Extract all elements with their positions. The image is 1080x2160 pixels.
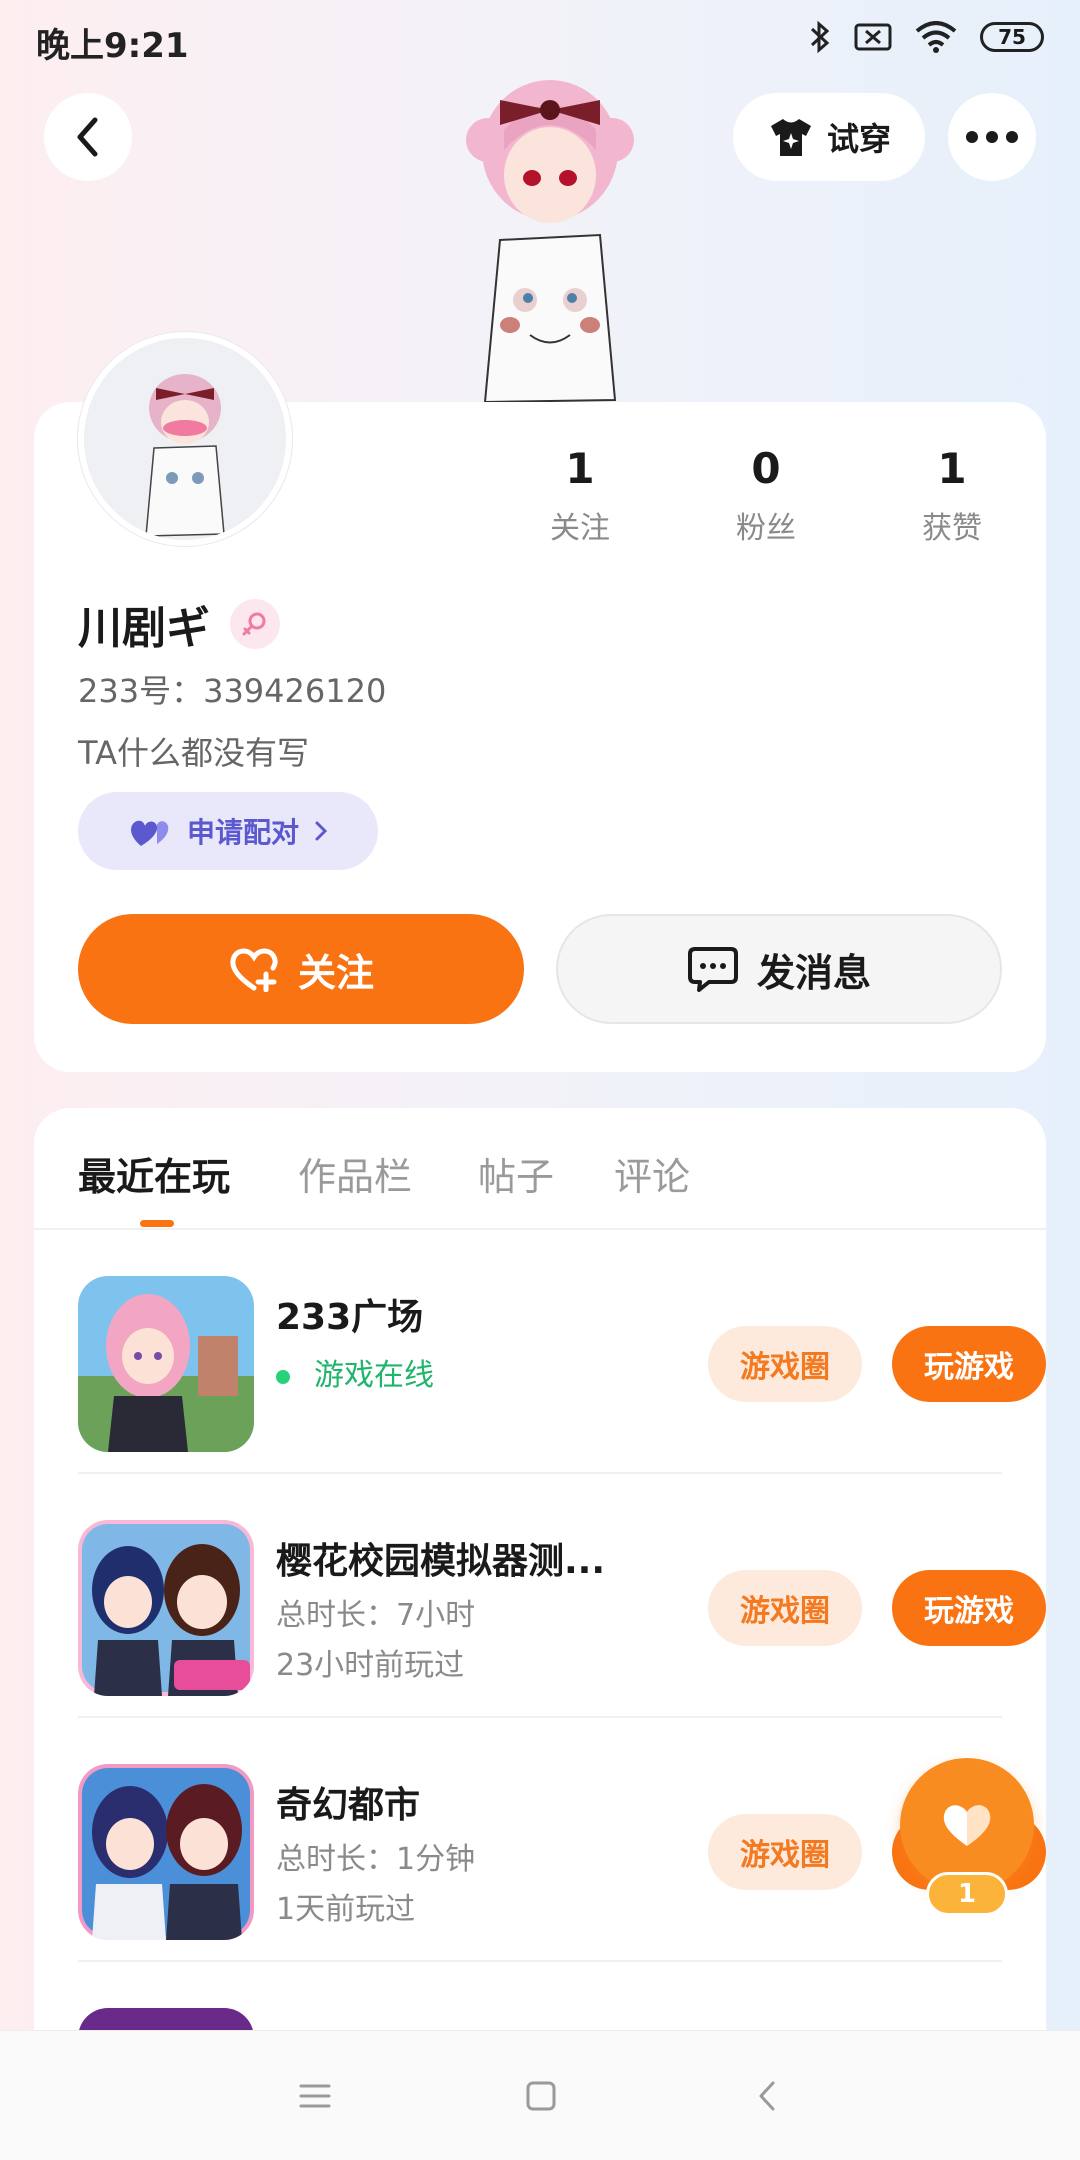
game-circle-button[interactable]: 游戏圈 xyxy=(708,1814,862,1890)
menu-icon xyxy=(299,2084,331,2108)
back-arrow-icon xyxy=(759,2081,775,2111)
more-dots-icon xyxy=(966,131,1018,143)
game-last-played: 1天前玩过 xyxy=(276,1892,416,1927)
chevron-left-icon xyxy=(77,117,98,157)
tab-comments[interactable]: 评论 xyxy=(614,1146,690,1201)
chevron-right-icon xyxy=(315,821,328,841)
send-message-button[interactable]: 发消息 xyxy=(556,914,1002,1024)
tab-posts[interactable]: 帖子 xyxy=(478,1146,554,1201)
play-game-button[interactable]: 玩游戏 xyxy=(892,1326,1046,1402)
game-row[interactable]: 233广场 游戏在线 游戏圈 玩游戏 xyxy=(78,1230,1046,1474)
likes-label: 获赞 xyxy=(922,511,982,546)
online-dot xyxy=(276,1369,290,1384)
game-circle-button[interactable]: 游戏圈 xyxy=(708,1570,862,1646)
back-nav-button[interactable] xyxy=(734,2063,800,2129)
username-row: 川剧ギ xyxy=(78,592,280,656)
game-name: 奇幻都市 xyxy=(276,1785,421,1826)
female-icon xyxy=(230,599,280,649)
home-nav-button[interactable] xyxy=(508,2063,574,2129)
stat-fans[interactable]: 0 粉丝 xyxy=(686,444,846,547)
follow-label: 关注 xyxy=(297,950,374,995)
online-status-text: 游戏在线 xyxy=(314,1358,434,1393)
try-on-label: 试穿 xyxy=(826,120,891,158)
game-row[interactable]: 樱花校园模拟器测... 总时长：7小时 23小时前玩过 游戏圈 玩游戏 xyxy=(78,1474,1046,1718)
status-icons: 75 xyxy=(808,20,1044,54)
game-row[interactable]: 奇幻都市 总时长：1分钟 1天前玩过 游戏圈 玩 xyxy=(78,1718,1046,1962)
like-count-badge: 1 xyxy=(926,1872,1008,1916)
fans-count: 0 xyxy=(751,444,781,493)
status-time: 晚上9:21 xyxy=(36,26,189,66)
game-circle-button[interactable]: 游戏圈 xyxy=(708,1326,862,1402)
bluetooth-icon xyxy=(810,20,830,54)
status-bar: 晚上9:21 75 xyxy=(0,0,1080,80)
stat-likes[interactable]: 1 获赞 xyxy=(872,444,1032,547)
tab-works[interactable]: 作品栏 xyxy=(298,1146,412,1201)
game-last-played: 23小时前玩过 xyxy=(276,1648,465,1683)
fans-label: 粉丝 xyxy=(736,511,796,546)
send-message-label: 发消息 xyxy=(756,950,871,995)
follow-button[interactable]: 关注 xyxy=(78,914,524,1024)
wifi-icon xyxy=(915,21,957,53)
game-total-time: 总时长：1分钟 xyxy=(276,1842,476,1877)
request-pair-button[interactable]: 申请配对 xyxy=(78,792,378,870)
following-count: 1 xyxy=(565,444,595,493)
more-button[interactable] xyxy=(948,93,1036,181)
profile-tabs: 最近在玩 作品栏 帖子 评论 xyxy=(34,1108,1046,1230)
play-game-button[interactable]: 玩游戏 xyxy=(892,1570,1046,1646)
double-heart-icon xyxy=(131,820,169,846)
stat-following[interactable]: 1 关注 xyxy=(500,444,660,547)
system-nav-bar xyxy=(0,2030,1080,2160)
tshirt-icon xyxy=(770,119,811,156)
back-button[interactable] xyxy=(44,93,132,181)
content-card: 最近在玩 作品栏 帖子 评论 233广场 游戏在线 游戏圈 玩游戏 樱花校园模拟… xyxy=(34,1108,1046,2160)
chat-bubble-icon xyxy=(687,947,738,992)
avatar[interactable] xyxy=(78,332,292,546)
home-square-icon xyxy=(526,2081,556,2111)
stats-row: 1 关注 0 粉丝 1 获赞 xyxy=(500,444,1020,554)
game-icon[interactable] xyxy=(78,1520,254,1696)
game-name: 233广场 xyxy=(276,1297,424,1338)
battery-icon: 75 xyxy=(980,22,1044,52)
user-bio: TA什么都没有写 xyxy=(78,734,309,772)
avatar-image xyxy=(84,338,286,540)
request-pair-label: 申请配对 xyxy=(186,816,299,849)
following-label: 关注 xyxy=(550,511,610,546)
game-icon[interactable] xyxy=(78,1764,254,1940)
username: 川剧ギ xyxy=(78,603,210,654)
try-on-button[interactable]: 试穿 xyxy=(733,93,925,181)
heart-plus-icon xyxy=(230,948,278,992)
likes-count: 1 xyxy=(937,444,967,493)
active-tab-indicator xyxy=(140,1220,174,1227)
menu-nav-button[interactable] xyxy=(282,2063,348,2129)
sim-off-icon xyxy=(854,23,892,51)
tab-recently-played[interactable]: 最近在玩 xyxy=(78,1146,230,1201)
game-total-time: 总时长：7小时 xyxy=(276,1598,476,1633)
game-status: 游戏在线 xyxy=(276,1350,434,1394)
game-name: 樱花校园模拟器测... xyxy=(276,1541,606,1582)
game-icon[interactable] xyxy=(78,1276,254,1452)
heart-icon xyxy=(943,1805,991,1846)
avatar-character-illustration xyxy=(466,80,634,402)
user-id: 233号：339426120 xyxy=(78,672,387,710)
